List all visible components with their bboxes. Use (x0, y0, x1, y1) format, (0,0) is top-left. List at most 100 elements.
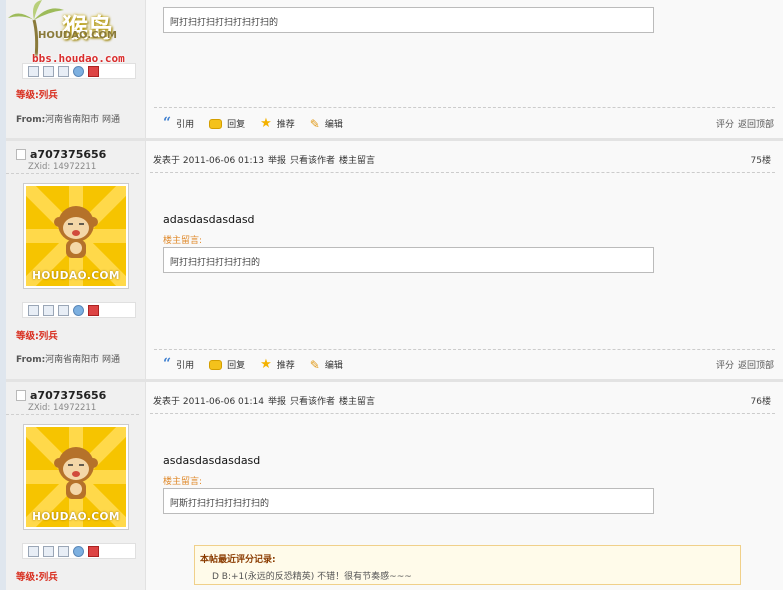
post-toolbar: “引用 回复 ★ 推荐 ✎ 编辑 (163, 356, 343, 372)
post-sidebar: a707375656 ZXid: 14972211 HOUDAO.COM 等级:… (6, 141, 146, 379)
logo-english: HOUDAO.COM (38, 30, 117, 41)
monkey-mascot-icon (54, 447, 98, 499)
user-header: a707375656 (16, 389, 106, 402)
status-icon (16, 149, 26, 160)
owner-note-box: 阿打扫打扫打扫打扫的 (163, 247, 654, 273)
toolbar-right: 评分 返回顶部 (712, 117, 774, 130)
recommend-button[interactable]: ★ 推荐 (260, 356, 295, 372)
avatar[interactable]: HOUDAO.COM (23, 183, 129, 289)
user-actions (22, 543, 136, 559)
avatar-watermark: HOUDAO.COM (32, 511, 120, 523)
avatar[interactable]: HOUDAO.COM (23, 424, 129, 530)
post-content: 发表于 2011-06-06 01:13 举报 只看该作者 楼主留言 75楼 adas… (146, 141, 783, 379)
post-toolbar: “引用 回复 ★ 推荐 ✎ 编辑 (163, 115, 343, 131)
message-icon[interactable] (58, 304, 69, 316)
report-link[interactable]: 举报 (268, 397, 286, 407)
site-logo: 猴岛 HOUDAO.COM bbs.houdao.com (6, 0, 156, 70)
quote-icon: “ (163, 115, 172, 131)
avatar-image: HOUDAO.COM (26, 186, 126, 286)
rating-title: 本帖最近评分记录: (200, 555, 276, 565)
sidebar-divider (6, 173, 139, 174)
author-only-link[interactable]: 只看该作者 (290, 397, 335, 407)
post-content: 阿打扫打扫打扫打扫打扫的 “引用 回复 ★ 推荐 ✎ 编辑 评分 返回顶部 (146, 0, 783, 138)
footer-divider (154, 107, 775, 108)
owner-note-label: 楼主留言: (163, 236, 203, 246)
search-posts-icon[interactable] (43, 545, 54, 557)
user-rank: 等级:列兵 (16, 572, 58, 583)
post-75: a707375656 ZXid: 14972211 HOUDAO.COM 等级:… (6, 141, 783, 379)
search-posts-icon[interactable] (43, 304, 54, 316)
rate-link[interactable]: 评分 (716, 120, 734, 130)
logo-url: bbs.houdao.com (32, 52, 125, 65)
pencil-icon: ✎ (309, 357, 320, 372)
status-icon (16, 390, 26, 401)
post-sidebar: a707375656 ZXid: 14972211 HOUDAO.COM 等级:… (6, 382, 146, 590)
username-link[interactable]: a707375656 (30, 389, 106, 402)
edit-button[interactable]: ✎ 编辑 (309, 357, 343, 372)
post-body: asdasdasdasdasd (163, 454, 261, 467)
toolbar-right: 评分 返回顶部 (712, 358, 774, 371)
floor-number: 76楼 (750, 397, 771, 407)
back-to-top-link[interactable]: 返回顶部 (738, 361, 774, 371)
post-body: adasdasdasdasd (163, 213, 255, 226)
rating-record-box: 本帖最近评分记录: D B:+1(永远的反恐精英) 不错！很有节奏感~~~ (194, 545, 741, 585)
post-date: 发表于 2011-06-06 01:14 (153, 397, 264, 407)
footer-divider (154, 349, 775, 350)
quote-button[interactable]: “引用 (163, 115, 194, 131)
owner-note-label: 楼主留言: (163, 477, 203, 487)
user-rank: 等级:列兵 (16, 331, 58, 342)
owner-note-box: 阿斯打扫打扫打扫打扫的 (163, 488, 654, 514)
rate-link[interactable]: 评分 (716, 361, 734, 371)
add-friend-icon[interactable] (73, 304, 84, 316)
gift-icon[interactable] (88, 304, 99, 316)
owner-note-box: 阿打扫打扫打扫打扫打扫的 (163, 7, 654, 33)
avatar-image: HOUDAO.COM (26, 427, 126, 527)
user-location: From:河南省南阳市 网通 (16, 112, 120, 125)
from-label: From: (16, 355, 46, 365)
edit-button[interactable]: ✎ 编辑 (309, 116, 343, 131)
floor-number: 75楼 (750, 156, 771, 166)
from-value: 河南省南阳市 网通 (45, 115, 121, 125)
post-76: a707375656 ZXid: 14972211 HOUDAO.COM 等级:… (6, 382, 783, 590)
user-id: ZXid: 14972211 (28, 162, 97, 172)
owner-note-link[interactable]: 楼主留言 (339, 397, 375, 407)
from-value: 河南省南阳市 网通 (45, 355, 121, 365)
owner-note-link[interactable]: 楼主留言 (339, 156, 375, 166)
forum-page: 等级:列兵 From:河南省南阳市 网通 阿打扫打扫打扫打扫打扫的 “引用 回复… (0, 0, 783, 590)
quote-icon: “ (163, 356, 172, 372)
back-to-top-link[interactable]: 返回顶部 (738, 120, 774, 130)
post-meta: 发表于 2011-06-06 01:13 举报 只看该作者 楼主留言 (153, 153, 375, 166)
gift-icon[interactable] (88, 545, 99, 557)
sidebar-divider (6, 414, 139, 415)
username-link[interactable]: a707375656 (30, 148, 106, 161)
pencil-icon: ✎ (309, 116, 320, 131)
reply-icon (209, 118, 223, 129)
author-only-link[interactable]: 只看该作者 (290, 156, 335, 166)
user-actions (22, 302, 136, 318)
star-icon: ★ (260, 115, 272, 131)
quote-button[interactable]: “引用 (163, 356, 194, 372)
reply-button[interactable]: 回复 (209, 117, 245, 130)
header-divider (150, 172, 775, 173)
post-meta: 发表于 2011-06-06 01:14 举报 只看该作者 楼主留言 (153, 394, 375, 407)
report-link[interactable]: 举报 (268, 156, 286, 166)
post-date: 发表于 2011-06-06 01:13 (153, 156, 264, 166)
profile-icon[interactable] (28, 304, 39, 316)
user-rank: 等级:列兵 (16, 90, 58, 101)
header-divider (150, 413, 775, 414)
reply-icon (209, 359, 223, 370)
star-icon: ★ (260, 356, 272, 372)
rating-entry: D B:+1(永远的反恐精英) 不错！很有节奏感~~~ (212, 572, 412, 582)
user-location: From:河南省南阳市 网通 (16, 352, 120, 365)
post-content: 发表于 2011-06-06 01:14 举报 只看该作者 楼主留言 76楼 asda… (146, 382, 783, 590)
profile-icon[interactable] (28, 545, 39, 557)
recommend-button[interactable]: ★ 推荐 (260, 115, 295, 131)
reply-button[interactable]: 回复 (209, 358, 245, 371)
monkey-mascot-icon (54, 206, 98, 258)
message-icon[interactable] (58, 545, 69, 557)
user-header: a707375656 (16, 148, 106, 161)
add-friend-icon[interactable] (73, 545, 84, 557)
avatar-watermark: HOUDAO.COM (32, 270, 120, 282)
from-label: From: (16, 115, 46, 125)
user-id: ZXid: 14972211 (28, 403, 97, 413)
